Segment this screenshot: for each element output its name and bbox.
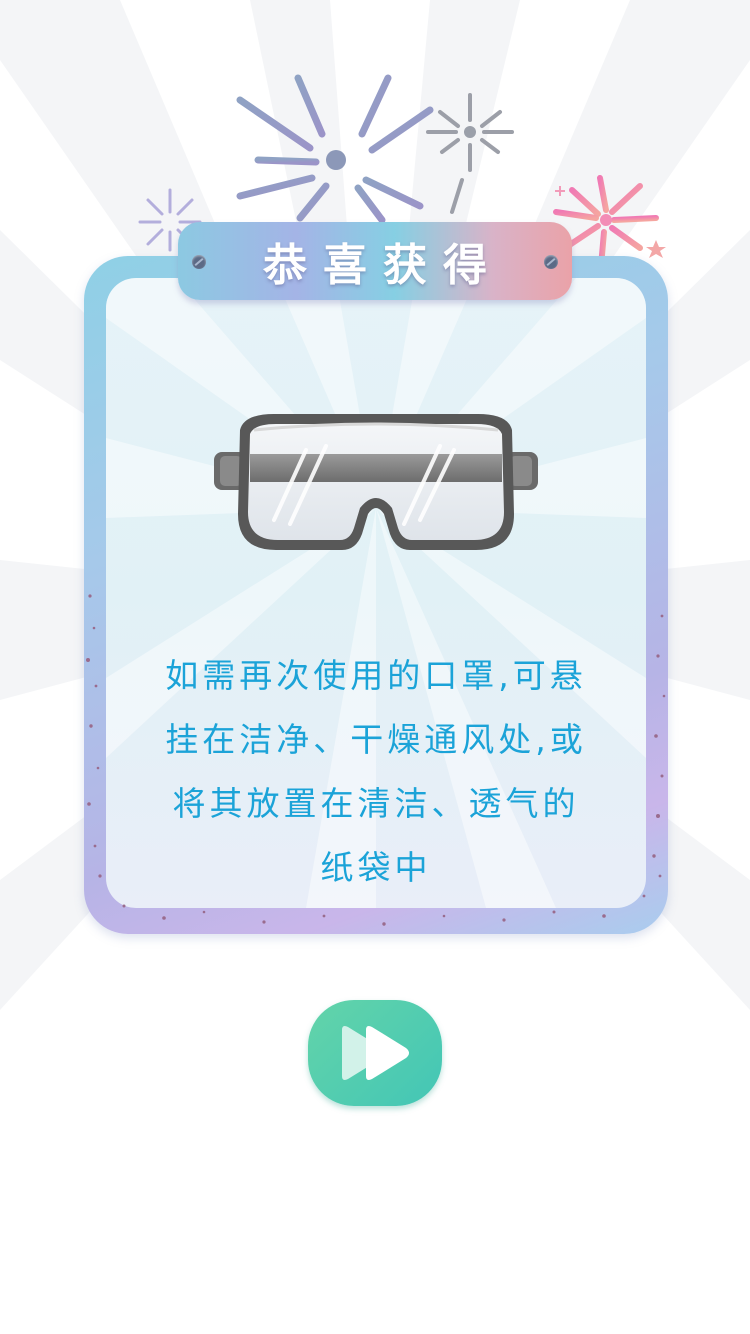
reward-screen: 恭喜获得 如需再次使用的口罩,可悬 挂在洁净、干燥通风处,或 将其放置在清洁、透… (0, 0, 750, 1334)
description-line: 纸袋中 (320, 848, 432, 887)
description-line: 将其放置在清洁、透气的 (172, 784, 580, 823)
screw-icon (544, 255, 558, 269)
title-ribbon: 恭喜获得 (178, 222, 572, 300)
description-line: 挂在洁净、干燥通风处,或 (165, 720, 587, 759)
next-button[interactable] (308, 1000, 442, 1106)
screw-icon (192, 255, 206, 269)
description-line: 如需再次使用的口罩,可悬 (165, 656, 587, 695)
fast-forward-icon (342, 1026, 409, 1080)
item-description: 如需再次使用的口罩,可悬 挂在洁净、干燥通风处,或 将其放置在清洁、透气的 纸袋… (140, 644, 612, 900)
reward-title: 恭喜获得 (263, 240, 503, 291)
goggles-icon (214, 414, 538, 550)
